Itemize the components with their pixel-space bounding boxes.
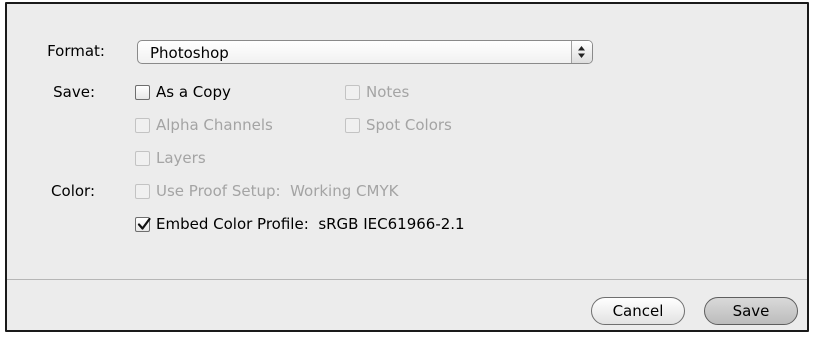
footer-divider [7, 279, 807, 280]
proof-setup-value: Working CMYK [290, 182, 399, 200]
checkbox-box [345, 118, 360, 133]
format-label: Format: [47, 42, 105, 60]
layers-label: Layers [156, 149, 206, 167]
color-label: Color: [51, 182, 95, 200]
embed-color-profile-label: Embed Color Profile: sRGB IEC61966-2.1 [156, 215, 465, 233]
format-popup-value: Photoshop [150, 44, 229, 62]
use-proof-setup-label: Use Proof Setup: Working CMYK [156, 182, 399, 200]
alpha-channels-label: Alpha Channels [156, 116, 273, 134]
up-down-arrows-icon [571, 41, 592, 63]
color-profile-value: sRGB IEC61966-2.1 [318, 215, 465, 233]
cancel-button[interactable]: Cancel [591, 297, 685, 325]
save-label: Save: [53, 83, 95, 101]
save-options-dialog: Format: Photoshop Save: As a Copy Notes … [5, 2, 809, 332]
checkbox-box [135, 151, 150, 166]
checkbox-box [135, 85, 150, 100]
checkbox-box [135, 184, 150, 199]
checkbox-box [135, 217, 151, 232]
checkmark-icon [137, 218, 151, 230]
format-popup[interactable]: Photoshop [137, 40, 593, 64]
checkbox-box [135, 118, 150, 133]
save-button[interactable]: Save [704, 297, 798, 325]
as-a-copy-label: As a Copy [156, 83, 231, 101]
checkbox-box [345, 85, 360, 100]
notes-label: Notes [366, 83, 410, 101]
spot-colors-label: Spot Colors [366, 116, 452, 134]
